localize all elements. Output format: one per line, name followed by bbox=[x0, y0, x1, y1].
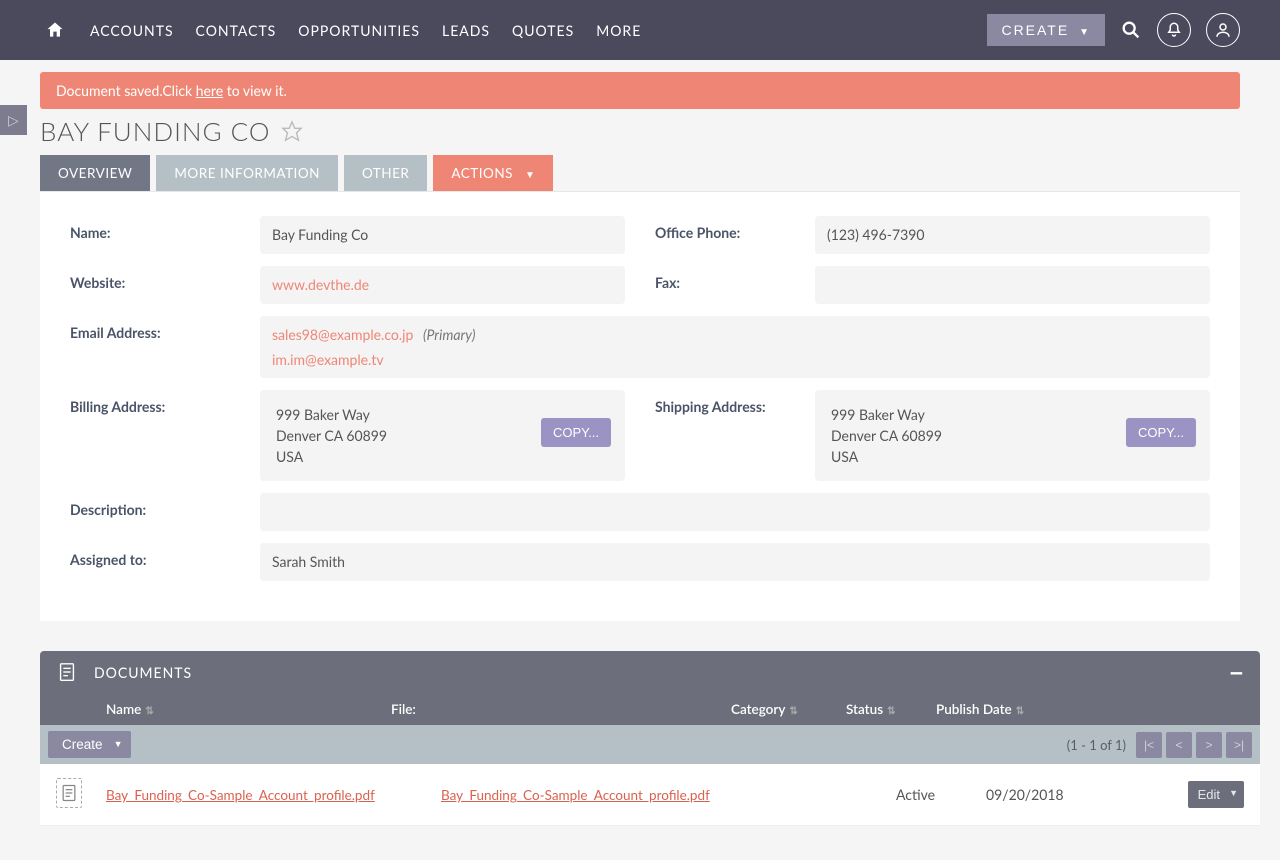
top-nav: ACCOUNTS CONTACTS OPPORTUNITIES LEADS QU… bbox=[0, 0, 1280, 60]
pager-next[interactable]: > bbox=[1196, 732, 1222, 758]
tab-other[interactable]: OTHER bbox=[344, 155, 427, 191]
documents-toolbar: Create ▼ (1 - 1 of 1) |< < > >| bbox=[40, 725, 1260, 764]
name-value: Bay Funding Co bbox=[260, 216, 625, 254]
billing-label: Billing Address: bbox=[70, 390, 260, 415]
sort-icon: ⇅ bbox=[887, 705, 895, 717]
fax-label: Fax: bbox=[655, 266, 815, 291]
saved-alert: Document saved.Click here to view it. bbox=[40, 72, 1240, 109]
pager-first[interactable]: |< bbox=[1136, 732, 1162, 758]
create-label: CREATE bbox=[1001, 22, 1069, 38]
document-icon bbox=[56, 661, 78, 683]
tab-more-information[interactable]: MORE INFORMATION bbox=[156, 155, 338, 191]
email-box: sales98@example.co.jp (Primary) im.im@ex… bbox=[260, 316, 1210, 378]
description-label: Description: bbox=[70, 493, 260, 531]
caret-down-icon: ▼ bbox=[525, 169, 535, 181]
nav-more[interactable]: MORE bbox=[596, 22, 641, 39]
tab-actions-label: ACTIONS bbox=[451, 165, 513, 181]
copy-billing-button[interactable]: COPY... bbox=[541, 418, 611, 447]
description-value bbox=[260, 493, 1210, 531]
alert-link[interactable]: here bbox=[196, 82, 223, 99]
document-row-name: Bay_Funding_Co-Sample_Account_profile.pd… bbox=[106, 786, 441, 803]
documents-header: DOCUMENTS − bbox=[40, 651, 1260, 693]
email-label: Email Address: bbox=[70, 316, 260, 378]
assigned-label: Assigned to: bbox=[70, 543, 260, 581]
col-publish-date[interactable]: Publish Date⇅ bbox=[936, 701, 1244, 717]
detail-tabs: OVERVIEW MORE INFORMATION OTHER ACTIONS … bbox=[40, 155, 1240, 191]
website-value[interactable]: www.devthe.de bbox=[260, 266, 625, 304]
user-icon[interactable] bbox=[1206, 13, 1240, 47]
col-category[interactable]: Category⇅ bbox=[731, 701, 846, 717]
name-label: Name: bbox=[70, 216, 260, 241]
document-row-date: 09/20/2018 bbox=[986, 786, 1136, 803]
pager-last[interactable]: >| bbox=[1226, 732, 1252, 758]
pager-text: (1 - 1 of 1) bbox=[1067, 737, 1126, 753]
tab-actions[interactable]: ACTIONS ▼ bbox=[433, 155, 553, 191]
col-status[interactable]: Status⇅ bbox=[846, 701, 936, 717]
create-button[interactable]: CREATE ▼ bbox=[987, 14, 1105, 46]
col-name[interactable]: Name⇅ bbox=[56, 701, 391, 717]
tab-overview[interactable]: OVERVIEW bbox=[40, 155, 150, 191]
document-name-link[interactable]: Bay_Funding_Co-Sample_Account_profile.pd… bbox=[106, 787, 375, 803]
caret-down-icon: ▼ bbox=[114, 739, 123, 749]
office-phone-label: Office Phone: bbox=[655, 216, 815, 241]
nav-opportunities[interactable]: OPPORTUNITIES bbox=[298, 22, 420, 39]
email-address[interactable]: sales98@example.co.jp bbox=[272, 326, 413, 343]
email-line-secondary: im.im@example.tv bbox=[272, 351, 1198, 368]
nav-leads[interactable]: LEADS bbox=[442, 22, 490, 39]
documents-panel: DOCUMENTS − Name⇅ File: Category⇅ Status… bbox=[40, 651, 1260, 826]
home-icon[interactable] bbox=[45, 20, 65, 40]
billing-address: 999 Baker Way Denver CA 60899 USA COPY..… bbox=[260, 390, 625, 481]
notifications-icon[interactable] bbox=[1157, 13, 1191, 47]
assigned-value: Sarah Smith bbox=[260, 543, 1210, 581]
shipping-address: 999 Baker Way Denver CA 60899 USA COPY..… bbox=[815, 390, 1210, 481]
billing-line3: USA bbox=[276, 446, 609, 467]
shipping-label: Shipping Address: bbox=[655, 390, 815, 415]
col-file[interactable]: File: bbox=[391, 701, 731, 717]
caret-down-icon: ▼ bbox=[1229, 788, 1238, 798]
pager: (1 - 1 of 1) |< < > >| bbox=[1061, 732, 1252, 758]
document-row-file: Bay_Funding_Co-Sample_Account_profile.pd… bbox=[441, 786, 781, 803]
nav-items: ACCOUNTS CONTACTS OPPORTUNITIES LEADS QU… bbox=[90, 22, 641, 39]
search-icon[interactable] bbox=[1120, 19, 1142, 41]
nav-contacts[interactable]: CONTACTS bbox=[196, 22, 277, 39]
page-title-row: BAY FUNDING CO bbox=[40, 115, 1240, 147]
collapse-icon[interactable]: − bbox=[1229, 667, 1244, 677]
alert-prefix: Document saved.Click bbox=[56, 82, 196, 99]
account-detail-card: Name: Bay Funding Co Office Phone: (123)… bbox=[40, 191, 1240, 621]
sort-icon: ⇅ bbox=[145, 705, 153, 717]
page-title: BAY FUNDING CO bbox=[40, 115, 271, 147]
email-line-primary: sales98@example.co.jp (Primary) bbox=[272, 326, 1198, 343]
documents-title: DOCUMENTS bbox=[94, 664, 192, 681]
pager-prev[interactable]: < bbox=[1166, 732, 1192, 758]
document-row-status: Active bbox=[896, 786, 986, 803]
copy-shipping-button[interactable]: COPY... bbox=[1126, 418, 1196, 447]
edit-document-button[interactable]: Edit ▼ bbox=[1188, 781, 1244, 808]
alert-suffix: to view it. bbox=[223, 82, 287, 99]
shipping-line3: USA bbox=[831, 446, 1194, 467]
document-row-actions: Edit ▼ bbox=[1188, 781, 1244, 808]
sort-icon: ⇅ bbox=[789, 705, 797, 717]
document-row: Bay_Funding_Co-Sample_Account_profile.pd… bbox=[40, 764, 1260, 826]
fax-value bbox=[815, 266, 1210, 304]
caret-down-icon: ▼ bbox=[1079, 27, 1091, 38]
create-document-button[interactable]: Create ▼ bbox=[48, 731, 131, 758]
favorite-star-icon[interactable] bbox=[281, 120, 303, 142]
nav-accounts[interactable]: ACCOUNTS bbox=[90, 22, 174, 39]
sidebar-toggle[interactable]: ▷ bbox=[0, 105, 27, 135]
document-row-icon bbox=[56, 778, 106, 811]
email-address[interactable]: im.im@example.tv bbox=[272, 351, 384, 368]
sort-icon: ⇅ bbox=[1016, 705, 1024, 717]
documents-columns: Name⇅ File: Category⇅ Status⇅ Publish Da… bbox=[40, 693, 1260, 725]
document-file-link[interactable]: Bay_Funding_Co-Sample_Account_profile.pd… bbox=[441, 787, 710, 803]
website-label: Website: bbox=[70, 266, 260, 291]
email-tag: (Primary) bbox=[423, 326, 476, 343]
nav-right: CREATE ▼ bbox=[987, 13, 1240, 47]
office-phone-value: (123) 496-7390 bbox=[815, 216, 1210, 254]
nav-quotes[interactable]: QUOTES bbox=[512, 22, 574, 39]
